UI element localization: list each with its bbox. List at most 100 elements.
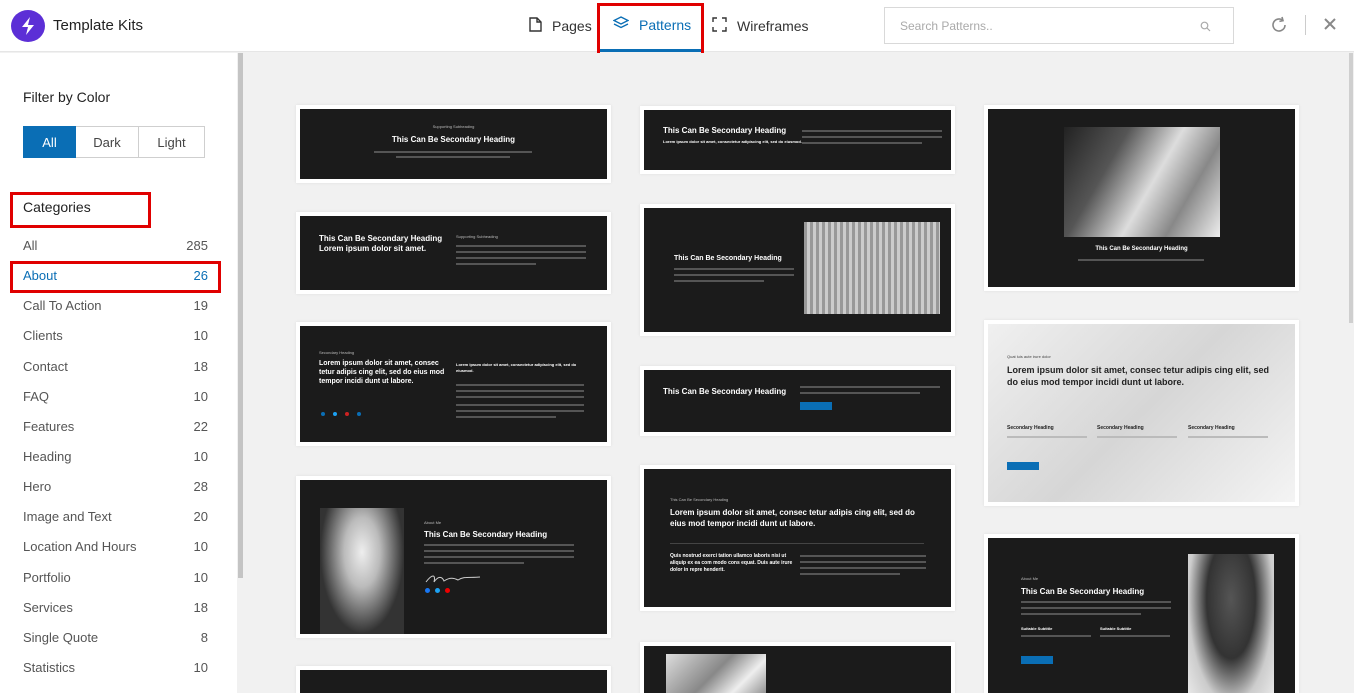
cta-button-thumb xyxy=(1007,462,1039,470)
category-item-call-to-action[interactable]: Call To Action 19 xyxy=(23,291,208,321)
app-title: Template Kits xyxy=(53,17,144,34)
category-item-statistics[interactable]: Statistics 10 xyxy=(23,653,208,683)
pattern-heading: Lorem ipsum dolor sit amet, consec tetur… xyxy=(1007,365,1270,387)
pattern-text-line xyxy=(456,251,586,253)
pattern-subheading: About Me xyxy=(1021,576,1039,581)
cta-button-thumb xyxy=(800,402,832,410)
tab-patterns-label: Patterns xyxy=(639,16,692,33)
pattern-subheading: About Me xyxy=(424,520,442,525)
pattern-card[interactable]: This Can Be Secondary Heading xyxy=(640,366,955,436)
pattern-text-line xyxy=(1021,607,1171,609)
category-item-hero[interactable]: Hero 28 xyxy=(23,472,208,502)
pattern-card[interactable]: Quat luis aute irure dolor Lorem ipsum d… xyxy=(984,320,1299,506)
category-name: Contact xyxy=(23,358,68,374)
category-item-services[interactable]: Services 18 xyxy=(23,593,208,623)
pattern-card[interactable]: About Me This Can Be Secondary Heading S… xyxy=(984,534,1299,693)
page-icon xyxy=(529,17,542,35)
tab-wireframes-label: Wireframes xyxy=(737,18,809,34)
social-icon xyxy=(425,588,430,593)
category-count: 10 xyxy=(193,448,208,464)
search-icon[interactable] xyxy=(1200,19,1211,37)
tab-patterns[interactable]: Patterns xyxy=(600,0,701,52)
category-item-features[interactable]: Features 22 xyxy=(23,412,208,442)
category-name: Location And Hours xyxy=(23,539,137,555)
pattern-text-line xyxy=(1078,259,1204,261)
search-box xyxy=(884,7,1234,44)
category-item-clients[interactable]: Clients 10 xyxy=(23,321,208,351)
pattern-card[interactable]: About Me This Can Be Secondary Heading xyxy=(296,476,611,638)
pattern-card[interactable] xyxy=(640,642,955,693)
pattern-subheading: Supporting Subheading xyxy=(456,234,498,239)
pattern-text-line xyxy=(456,396,584,398)
pattern-text-line xyxy=(396,156,510,158)
category-item-heading[interactable]: Heading 10 xyxy=(23,442,208,472)
pattern-card[interactable]: Supporting Subheading This Can Be Second… xyxy=(296,105,611,183)
pattern-text-line xyxy=(456,410,584,412)
tab-wireframes[interactable]: Wireframes xyxy=(712,0,809,52)
category-item-image-and-text[interactable]: Image and Text 20 xyxy=(23,502,208,532)
feature-title: Suitable Subtitle xyxy=(1021,626,1053,631)
pattern-thumbnail: This Can Be Secondary Heading Lorem ipsu… xyxy=(300,216,607,290)
pattern-text-line xyxy=(424,544,574,546)
category-name: Clients xyxy=(23,328,63,344)
pattern-card[interactable]: This Can Be Secondary Heading Lorem ipsu… xyxy=(640,106,955,174)
pattern-card[interactable]: Secondary Heading Lorem ipsum dolor sit … xyxy=(296,322,611,446)
pattern-text-line xyxy=(674,274,794,276)
category-count: 10 xyxy=(193,328,208,344)
app-logo-icon xyxy=(11,10,45,42)
category-count: 18 xyxy=(193,599,208,615)
category-count: 8 xyxy=(200,629,208,645)
pattern-text-line xyxy=(800,392,920,394)
category-item-contact[interactable]: Contact 18 xyxy=(23,352,208,382)
refresh-icon[interactable] xyxy=(1270,16,1288,39)
pattern-thumbnail xyxy=(300,670,607,693)
pattern-text-line xyxy=(456,245,586,247)
search-input[interactable] xyxy=(885,8,1185,43)
pattern-text-line xyxy=(800,567,926,569)
divider xyxy=(1305,15,1306,35)
pattern-heading: This Can Be Secondary Heading xyxy=(1021,587,1145,596)
category-count: 19 xyxy=(193,298,208,314)
feature-title: Secondary Heading xyxy=(1097,425,1144,431)
tab-pages[interactable]: Pages xyxy=(529,0,592,52)
pattern-heading: This Can Be Secondary Heading xyxy=(1095,246,1188,252)
category-name: Heading xyxy=(23,448,72,464)
pattern-thumbnail: This Can Be Secondary Heading Lorem ipsu… xyxy=(644,110,951,170)
pattern-grid: Supporting Subheading This Can Be Second… xyxy=(245,53,1354,693)
color-filter-light[interactable]: Light xyxy=(139,126,205,158)
category-item-all[interactable]: All 285 xyxy=(23,231,208,261)
pattern-card[interactable]: This Can Be Secondary Heading xyxy=(984,105,1299,291)
pattern-heading: This Can Be Secondary Heading xyxy=(674,255,782,262)
category-item-portfolio[interactable]: Portfolio 10 xyxy=(23,563,208,593)
pattern-heading: Lorem ipsum dolor sit amet, consec tetur… xyxy=(319,360,445,385)
pattern-text-line xyxy=(674,280,764,282)
color-filter-dark[interactable]: Dark xyxy=(76,126,139,158)
pattern-text-line xyxy=(456,416,556,418)
pattern-heading: Lorem ipsum dolor sit amet, consec tetur… xyxy=(670,508,915,528)
pattern-thumbnail: This Can Be Secondary Heading xyxy=(644,208,951,332)
pattern-text-line xyxy=(456,390,584,392)
pattern-text-line xyxy=(802,136,942,138)
pattern-card[interactable]: This Can Be Secondary Heading xyxy=(640,204,955,336)
category-item-single-quote[interactable]: Single Quote 8 xyxy=(23,623,208,653)
pattern-thumbnail: Quat luis aute irure dolor Lorem ipsum d… xyxy=(988,324,1295,502)
building-image xyxy=(666,654,766,693)
pattern-text-line xyxy=(1100,635,1170,637)
pattern-card[interactable]: This Can Be Secondary Heading Lorem ipsu… xyxy=(296,212,611,294)
category-item-about[interactable]: About 26 xyxy=(23,261,208,291)
pattern-thumbnail: About Me This Can Be Secondary Heading xyxy=(300,480,607,634)
tab-pages-label: Pages xyxy=(552,18,592,34)
pattern-heading: This Can Be Secondary Heading xyxy=(424,530,548,539)
close-icon[interactable] xyxy=(1323,17,1337,36)
category-item-faq[interactable]: FAQ 10 xyxy=(23,382,208,412)
pattern-card[interactable] xyxy=(296,666,611,693)
color-filter-all[interactable]: All xyxy=(23,126,76,158)
sidebar-scrollbar[interactable] xyxy=(238,53,243,578)
pattern-card[interactable]: This Can Be Secondary Heading Lorem ipsu… xyxy=(640,465,955,611)
category-item-location-and-hours[interactable]: Location And Hours 10 xyxy=(23,532,208,562)
main-scrollbar[interactable] xyxy=(1349,53,1353,323)
category-count: 22 xyxy=(193,418,208,434)
pattern-text-line xyxy=(800,555,926,557)
divider xyxy=(670,543,924,544)
pattern-heading: This Can Be Secondary Heading xyxy=(663,126,787,135)
